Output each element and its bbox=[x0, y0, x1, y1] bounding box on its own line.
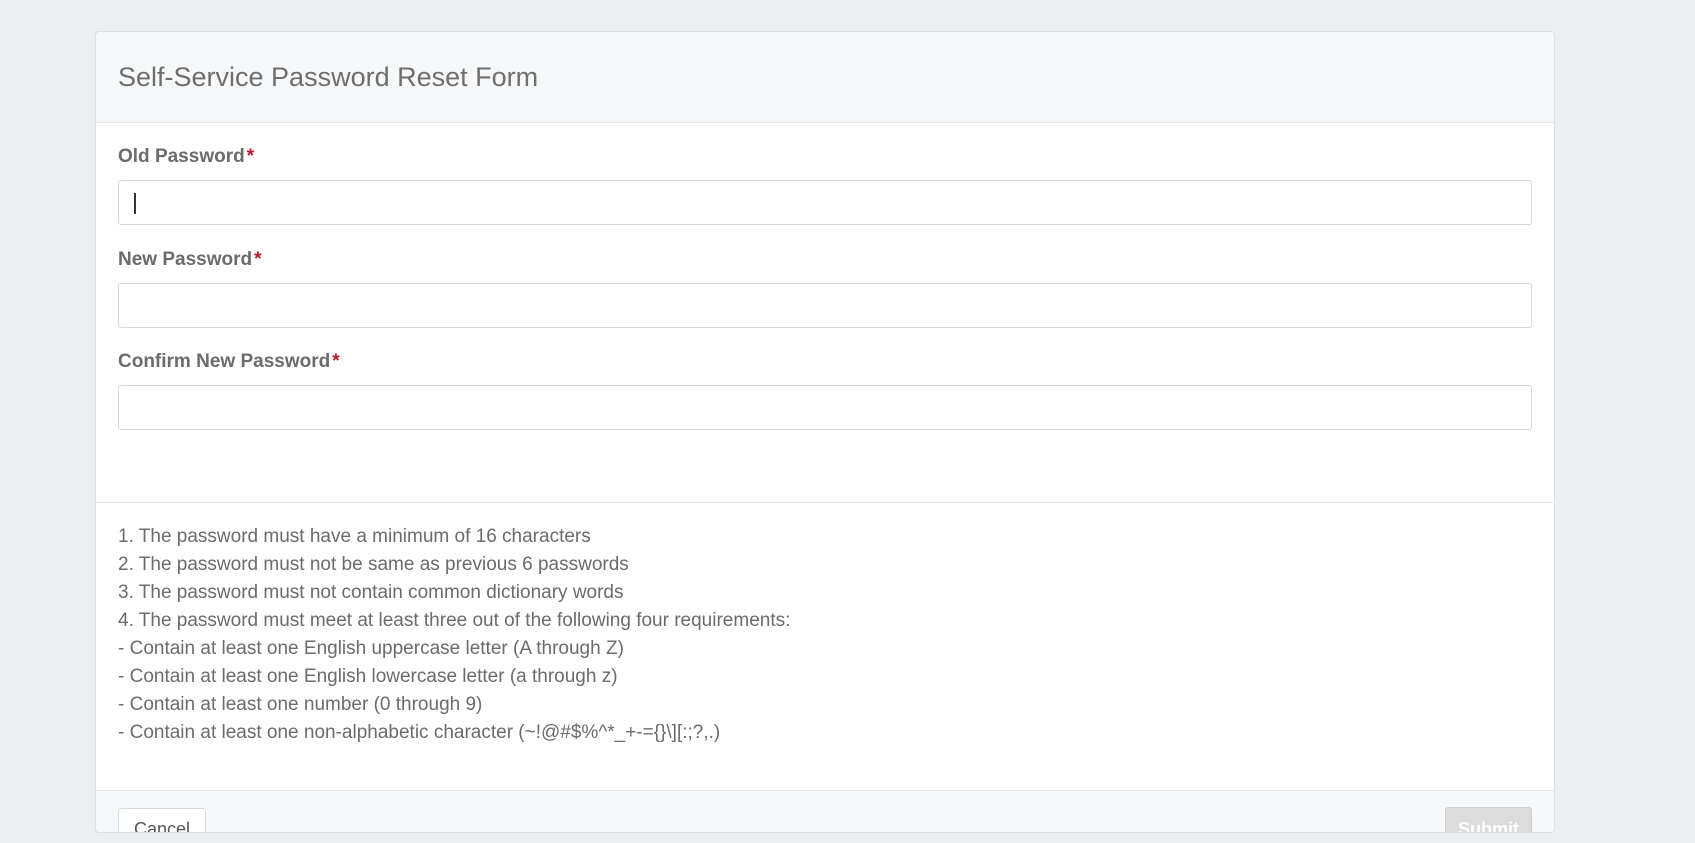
required-marker: * bbox=[332, 351, 340, 372]
form-body: Old Password * New Password * Confirm New … bbox=[96, 123, 1554, 503]
new-password-field: New Password * bbox=[118, 249, 1532, 328]
text-cursor bbox=[134, 193, 136, 214]
confirm-password-label: Confirm New Password * bbox=[118, 351, 340, 372]
confirm-password-input[interactable] bbox=[118, 385, 1532, 430]
password-requirements: 1. The password must have a minimum of 1… bbox=[96, 503, 1554, 791]
requirement-line: 2. The password must not be same as prev… bbox=[118, 554, 629, 575]
card-footer: Cancel Submit bbox=[96, 791, 1554, 832]
requirement-line: - Contain at least one number (0 through… bbox=[118, 694, 483, 715]
cancel-button[interactable]: Cancel bbox=[118, 808, 207, 832]
submit-button[interactable]: Submit bbox=[1445, 807, 1532, 832]
requirement-line: 4. The password must meet at least three… bbox=[118, 610, 791, 631]
card-header: Self-Service Password Reset Form bbox=[96, 32, 1554, 123]
new-password-label: New Password * bbox=[118, 249, 262, 270]
password-reset-card: Self-Service Password Reset Form Old Pas… bbox=[95, 31, 1555, 833]
requirement-line: - Contain at least one English lowercase… bbox=[118, 666, 618, 687]
old-password-label: Old Password * bbox=[118, 146, 255, 167]
old-password-input[interactable] bbox=[118, 180, 1532, 225]
required-marker: * bbox=[246, 146, 255, 167]
old-password-field: Old Password * bbox=[118, 146, 1532, 225]
requirement-line: 1. The password must have a minimum of 1… bbox=[118, 526, 591, 547]
page-title: Self-Service Password Reset Form bbox=[118, 62, 539, 92]
new-password-input[interactable] bbox=[118, 283, 1532, 328]
confirm-password-field: Confirm New Password * bbox=[118, 351, 1532, 430]
requirement-line: - Contain at least one non-alphabetic ch… bbox=[118, 722, 721, 743]
requirement-line: - Contain at least one English uppercase… bbox=[118, 638, 624, 659]
requirement-line: 3. The password must not contain common … bbox=[118, 582, 624, 603]
required-marker: * bbox=[254, 249, 262, 270]
